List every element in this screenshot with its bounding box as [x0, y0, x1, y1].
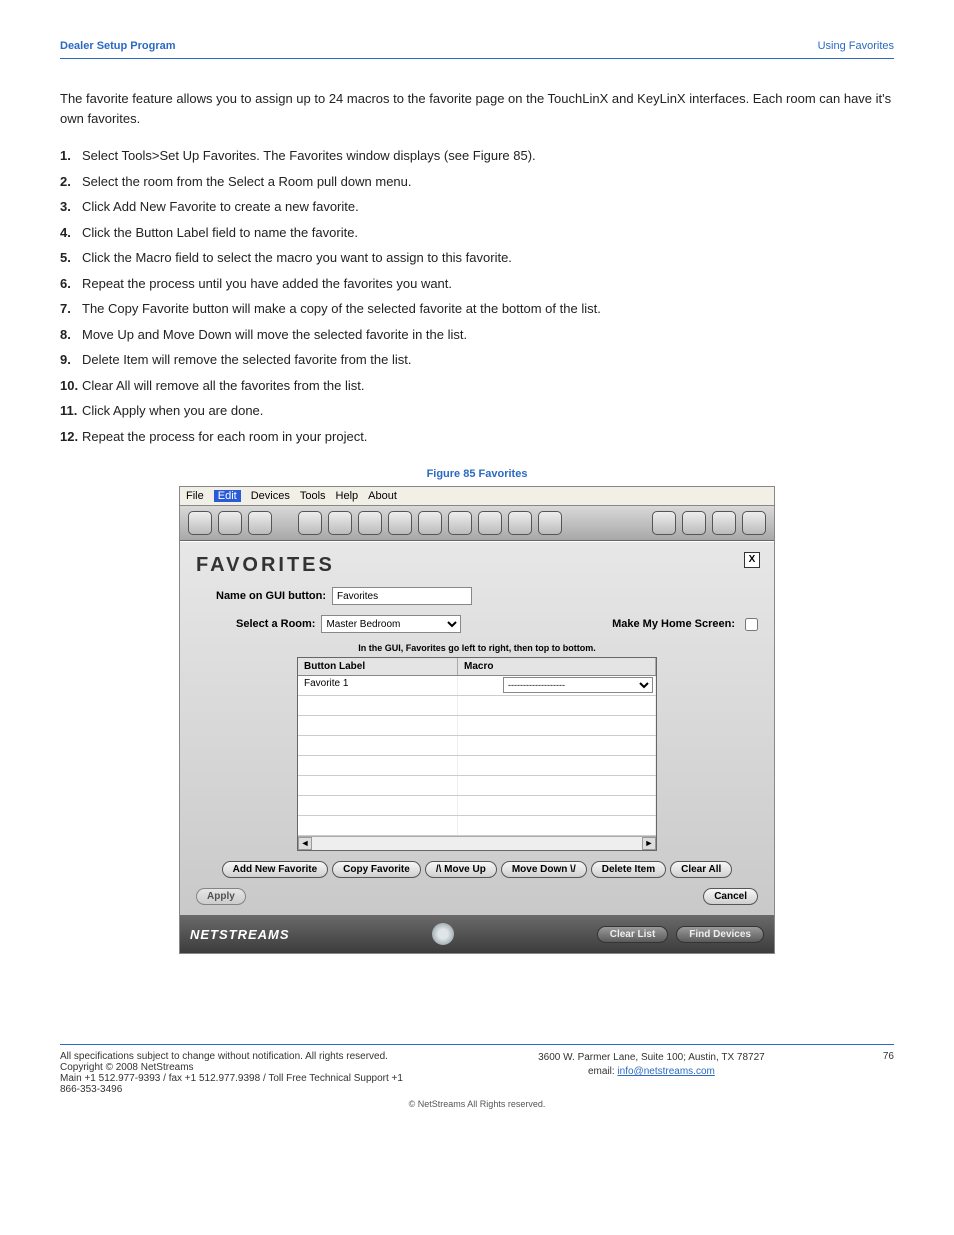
- globe-icon: [432, 923, 454, 945]
- step-2: Select the room from the Select a Room p…: [82, 174, 412, 189]
- cell-macro[interactable]: -------------------: [458, 676, 656, 695]
- toolbar-icon[interactable]: [418, 511, 442, 535]
- cell-button-label[interactable]: Favorite 1: [298, 676, 458, 695]
- page-number: 76: [883, 1051, 894, 1062]
- cancel-button[interactable]: Cancel: [703, 888, 758, 905]
- move-down-button[interactable]: Move Down \/: [501, 861, 587, 878]
- name-on-gui-label: Name on GUI button:: [216, 590, 326, 602]
- add-new-favorite-button[interactable]: Add New Favorite: [222, 861, 328, 878]
- col-macro: Macro: [458, 658, 656, 675]
- ir-icon[interactable]: [478, 511, 502, 535]
- step-1: Select Tools>Set Up Favorites. The Favor…: [82, 148, 536, 163]
- footer-copyright: All specifications subject to change wit…: [60, 1051, 420, 1073]
- clear-all-button[interactable]: Clear All: [670, 861, 732, 878]
- col-button-label: Button Label: [298, 658, 458, 675]
- apply-button[interactable]: Apply: [196, 888, 246, 905]
- figure-caption: Figure 85 Favorites: [60, 468, 894, 480]
- menu-help[interactable]: Help: [336, 490, 359, 502]
- home-screen-checkbox[interactable]: [745, 618, 758, 631]
- toolbar-icon[interactable]: [652, 511, 676, 535]
- footer-copy-line: © NetStreams All Rights reserved.: [60, 1099, 894, 1109]
- intro-text: The favorite feature allows you to assig…: [60, 89, 894, 128]
- step-11: Click Apply when you are done.: [82, 403, 263, 418]
- select-room-dropdown[interactable]: Master Bedroom: [321, 615, 461, 633]
- delete-item-button[interactable]: Delete Item: [591, 861, 666, 878]
- macro-dropdown[interactable]: -------------------: [503, 677, 653, 693]
- footer-phone: Main +1 512.977-9393 / fax +1 512.977.93…: [60, 1073, 420, 1095]
- toolbar-icon[interactable]: [358, 511, 382, 535]
- grid-scrollbar[interactable]: ◄ ►: [298, 836, 656, 850]
- copy-favorite-button[interactable]: Copy Favorite: [332, 861, 421, 878]
- toolbar-icon[interactable]: [742, 511, 766, 535]
- step-10: Clear All will remove all the favorites …: [82, 378, 364, 393]
- step-7: The Copy Favorite button will make a cop…: [82, 301, 601, 316]
- clear-list-button[interactable]: Clear List: [597, 926, 669, 943]
- menu-tools[interactable]: Tools: [300, 490, 326, 502]
- scroll-right-icon[interactable]: ►: [642, 837, 656, 850]
- grid-row[interactable]: Favorite 1 -------------------: [298, 676, 656, 696]
- toolbar-icon[interactable]: [508, 511, 532, 535]
- grid-note: In the GUI, Favorites go left to right, …: [196, 643, 758, 653]
- toolbar-icon[interactable]: [298, 511, 322, 535]
- toolbar-icon[interactable]: [682, 511, 706, 535]
- brand-logo: NETSTREAMS: [190, 927, 290, 942]
- menubar: File Edit Devices Tools Help About: [180, 487, 774, 505]
- footer-email-prefix: email:: [588, 1066, 617, 1077]
- steps-list: 1.Select Tools>Set Up Favorites. The Fav…: [60, 146, 894, 446]
- toolbar-icon[interactable]: [448, 511, 472, 535]
- app-window: File Edit Devices Tools Help About: [179, 486, 775, 954]
- step-9: Delete Item will remove the selected fav…: [82, 352, 411, 367]
- help-icon[interactable]: [538, 511, 562, 535]
- toolbar: [180, 505, 774, 541]
- favorites-grid: Button Label Macro Favorite 1 ----------…: [297, 657, 657, 851]
- menu-file[interactable]: File: [186, 490, 204, 502]
- close-button[interactable]: X: [744, 552, 760, 568]
- scroll-left-icon[interactable]: ◄: [298, 837, 312, 850]
- step-8: Move Up and Move Down will move the sele…: [82, 327, 467, 342]
- panel-title: FAVORITES: [196, 554, 758, 577]
- menu-about[interactable]: About: [368, 490, 397, 502]
- toolbar-icon[interactable]: [328, 511, 352, 535]
- save-icon[interactable]: [248, 511, 272, 535]
- favorites-panel: FAVORITES X Name on GUI button: Select a…: [180, 541, 774, 915]
- toolbar-icon[interactable]: [188, 511, 212, 535]
- step-12: Repeat the process for each room in your…: [82, 429, 367, 444]
- step-6: Repeat the process until you have added …: [82, 276, 452, 291]
- move-up-button[interactable]: /\ Move Up: [425, 861, 497, 878]
- step-5: Click the Macro field to select the macr…: [82, 250, 512, 265]
- toolbar-icon[interactable]: [388, 511, 412, 535]
- menu-devices[interactable]: Devices: [251, 490, 290, 502]
- doc-header-right: Using Favorites: [818, 40, 894, 52]
- step-3: Click Add New Favorite to create a new f…: [82, 199, 359, 214]
- menu-edit[interactable]: Edit: [214, 490, 241, 502]
- find-devices-button[interactable]: Find Devices: [676, 926, 764, 943]
- name-on-gui-input[interactable]: [332, 587, 472, 605]
- step-4: Click the Button Label field to name the…: [82, 225, 358, 240]
- toolbar-icon[interactable]: [712, 511, 736, 535]
- doc-header-left: Dealer Setup Program: [60, 40, 176, 52]
- footer-email-link[interactable]: info@netstreams.com: [617, 1066, 714, 1077]
- home-screen-label: Make My Home Screen:: [612, 618, 735, 630]
- footer-address: 3600 W. Parmer Lane, Suite 100; Austin, …: [538, 1051, 765, 1065]
- toolbar-icon[interactable]: [218, 511, 242, 535]
- status-bar: NETSTREAMS Clear List Find Devices: [180, 915, 774, 953]
- select-room-label: Select a Room:: [236, 618, 315, 630]
- page-footer: All specifications subject to change wit…: [60, 1044, 894, 1109]
